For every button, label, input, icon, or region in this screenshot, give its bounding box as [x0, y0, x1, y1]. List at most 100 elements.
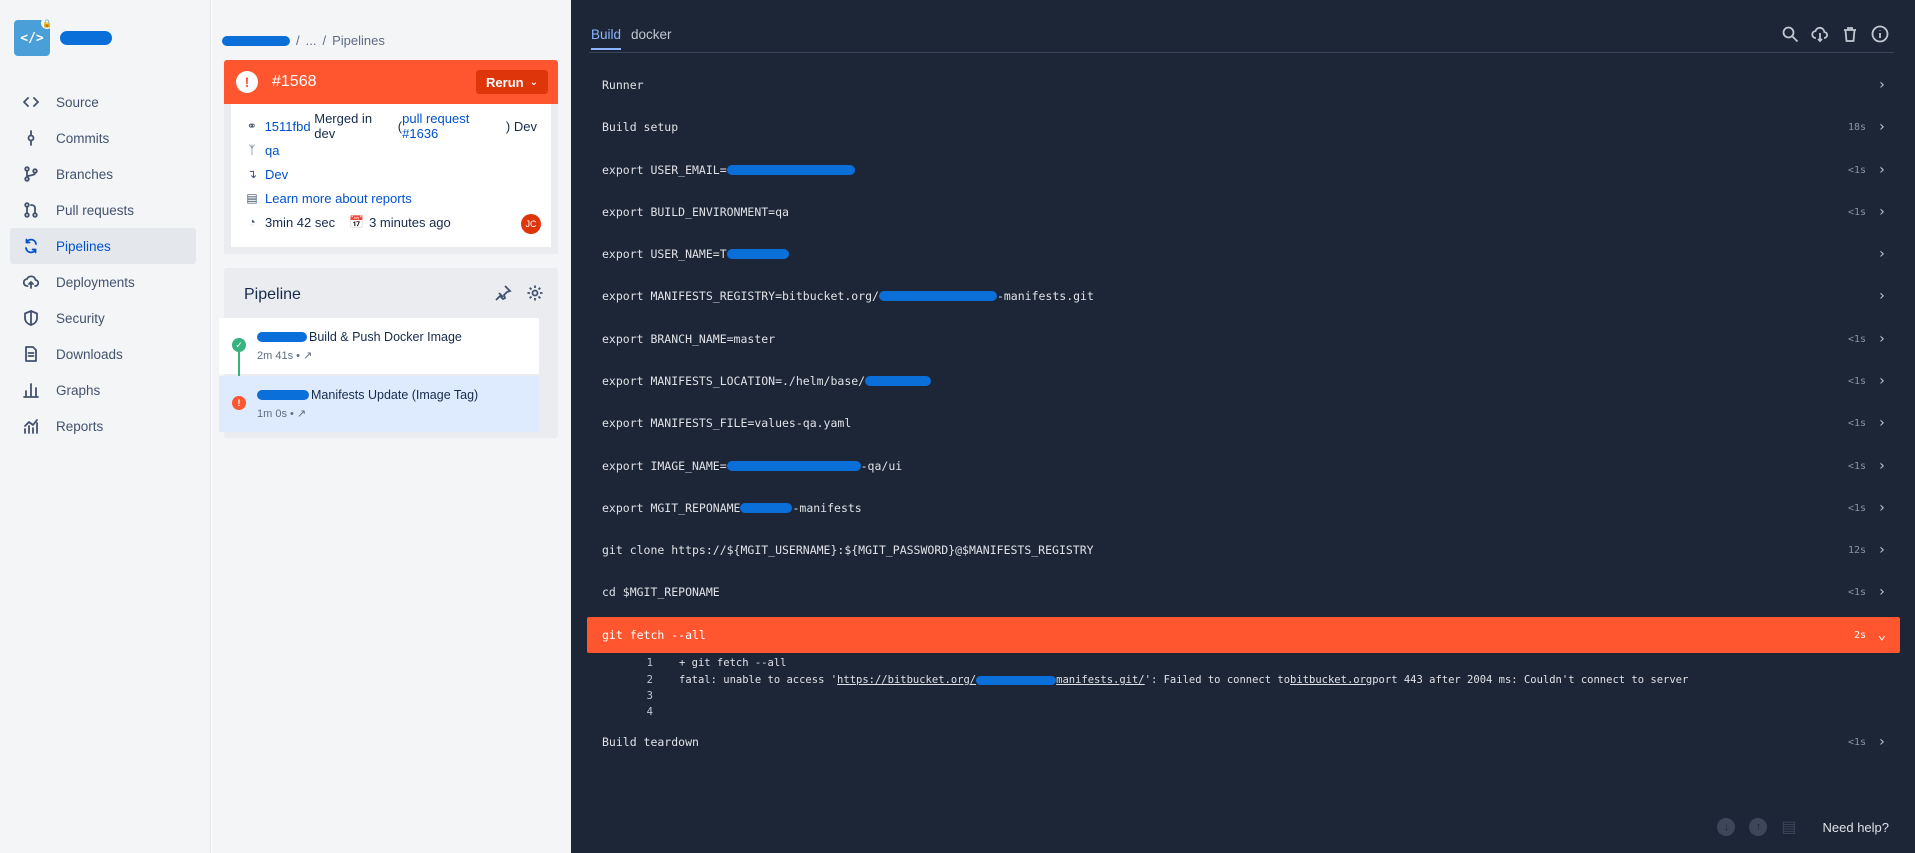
avatar[interactable]: JC [521, 214, 541, 234]
log-command-row[interactable]: export MANIFESTS_FILE=values-qa.yaml <1s… [587, 405, 1900, 441]
lock-icon: 🔒 [41, 17, 53, 29]
chevron-right-icon: › [1877, 331, 1886, 347]
error-url-link[interactable]: https://bitbucket.org/ [837, 674, 976, 686]
step-name: Build & Push Docker Image [309, 330, 462, 344]
log-command-row[interactable]: export MANIFESTS_LOCATION=./helm/base/ <… [587, 363, 1900, 399]
scroll-up-icon[interactable]: ↑ [1749, 818, 1768, 836]
reports-link[interactable]: Learn more about reports [265, 191, 412, 206]
cloud-download-icon[interactable] [1811, 25, 1829, 47]
command-duration: 12s [1847, 544, 1866, 556]
chevron-right-icon: › [1877, 204, 1886, 220]
log-command-row[interactable]: export IMAGE_NAME= -qa/ui <1s › [587, 448, 1900, 484]
command-duration: <1s [1847, 333, 1866, 345]
step-title: Build & Push Docker Image [257, 330, 539, 344]
repo-name-redacted [60, 31, 112, 45]
command-duration: <1s [1847, 164, 1866, 176]
breadcrumb-current[interactable]: Pipelines [332, 33, 385, 48]
log-command-row[interactable]: cd $MGIT_REPONAME <1s › [587, 574, 1900, 610]
sidebar-nav: Source Commits Branches Pull requests Pi… [10, 84, 196, 444]
commit-row: ⚭ 1511fbd Merged in dev (pull request #1… [245, 111, 537, 141]
sidebar-item-label: Downloads [56, 346, 123, 362]
sidebar-item-branches[interactable]: Branches [10, 156, 196, 192]
log-tabs: Build docker [591, 27, 682, 50]
trash-icon[interactable] [1841, 25, 1859, 47]
command-text-suffix: -qa/ui [860, 459, 903, 473]
target-branch-link[interactable]: qa [265, 143, 279, 158]
log-output-line: 2 fatal: unable to access ' https://bitbu… [627, 672, 1689, 688]
gear-icon[interactable] [526, 284, 544, 305]
sidebar-item-security[interactable]: Security [10, 300, 196, 336]
commit-icon [22, 129, 40, 147]
line-text: fatal: unable to access ' [679, 674, 838, 686]
sidebar-item-deployments[interactable]: Deployments [10, 264, 196, 300]
log-command-row[interactable]: export USER_EMAIL= <1s › [587, 152, 1900, 188]
step-name: Manifests Update (Image Tag) [311, 388, 479, 402]
sidebar-item-commits[interactable]: Commits [10, 120, 196, 156]
pin-icon[interactable] [494, 284, 512, 305]
pipeline-step-selected[interactable]: Manifests Update (Image Tag) 1m 0s • ↗ ! [219, 376, 539, 432]
sidebar-item-graphs[interactable]: Graphs [10, 372, 196, 408]
log-command-row[interactable]: Build teardown <1s › [587, 724, 1900, 760]
breadcrumb-ellipsis[interactable]: ... [306, 33, 317, 48]
step-meta: 1m 0s • ↗ [257, 408, 307, 420]
log-command-row[interactable]: export MGIT_REPONAME -manifests <1s › [587, 490, 1900, 526]
expand-icon[interactable]: ▤ [1781, 817, 1796, 837]
command-duration: <1s [1847, 417, 1866, 429]
repo-header[interactable]: </> 🔒 [14, 17, 112, 56]
breadcrumb-redacted[interactable] [222, 35, 290, 46]
log-command-row[interactable]: export MANIFESTS_REGISTRY=bitbucket.org/… [587, 278, 1900, 314]
command-duration: 18s [1847, 121, 1866, 133]
sidebar-item-reports[interactable]: Reports [10, 408, 196, 444]
pipeline-step[interactable]: Build & Push Docker Image 2m 41s • ↗ ✓ [219, 318, 539, 374]
commit-hash-link[interactable]: 1511fbd [265, 119, 311, 134]
sidebar-item-pull-requests[interactable]: Pull requests [10, 192, 196, 228]
shield-icon [22, 309, 40, 327]
sidebar-item-label: Deployments [56, 274, 135, 290]
search-icon[interactable] [1781, 25, 1799, 47]
host-link[interactable]: bitbucket.org [1290, 674, 1372, 686]
source-branch-link[interactable]: Dev [265, 167, 288, 182]
scroll-down-icon[interactable]: ↓ [1717, 818, 1736, 836]
command-text: export MANIFESTS_REGISTRY=bitbucket.org/ [602, 289, 879, 303]
log-command-row-failed[interactable]: git fetch --all 2s ⌄ [587, 617, 1900, 653]
line-text: ': Failed to connect to [1144, 674, 1291, 686]
pr-source-text: Dev [513, 118, 537, 134]
redacted-value [878, 291, 997, 301]
log-command-row[interactable]: export BRANCH_NAME=master <1s › [587, 321, 1900, 357]
sidebar-item-source[interactable]: Source [10, 84, 196, 120]
sidebar-item-downloads[interactable]: Downloads [10, 336, 196, 372]
target-branch-row: ᛉ qa [245, 138, 537, 162]
chevron-right-icon: › [1877, 288, 1886, 304]
error-url-link[interactable]: manifests.git/ [1056, 674, 1145, 686]
command-text: git fetch --all [602, 628, 706, 642]
chevron-down-icon: ⌄ [529, 76, 538, 88]
sidebar-item-pipelines[interactable]: Pipelines [10, 228, 196, 264]
branch-icon: ᛉ [248, 143, 256, 157]
rerun-label: Rerun [486, 74, 524, 90]
info-icon[interactable] [1871, 25, 1889, 47]
command-duration: <1s [1847, 502, 1866, 514]
rerun-button[interactable]: Rerun ⌄ [476, 70, 548, 94]
tab-build[interactable]: Build [591, 27, 622, 50]
log-command-row[interactable]: Runner › [587, 67, 1900, 103]
line-text: + git fetch --all [679, 657, 787, 669]
log-command-row[interactable]: export BUILD_ENVIRONMENT=qa <1s › [587, 194, 1900, 230]
chevron-right-icon: › [1877, 119, 1886, 135]
step-name-redacted [257, 390, 309, 400]
log-command-row[interactable]: export USER_NAME=T › [587, 236, 1900, 272]
repo-avatar[interactable]: </> 🔒 [14, 17, 53, 56]
report-icon: ▤ [246, 191, 258, 205]
sidebar-item-label: Reports [56, 418, 104, 434]
repo-avatar-label: </> [20, 30, 44, 46]
log-command-row[interactable]: Build setup 18s › [587, 109, 1900, 145]
need-help-link[interactable]: Need help? [1823, 820, 1890, 835]
log-command-row[interactable]: git clone https://${MGIT_USERNAME}:${MGI… [587, 532, 1900, 568]
command-text: export MANIFESTS_FILE=values-qa.yaml [602, 416, 852, 430]
pull-request-link[interactable]: pull request #1636 [402, 111, 506, 141]
cloud-upload-icon [22, 273, 40, 291]
commit-icon: ⚭ [246, 119, 257, 133]
tab-docker[interactable]: docker [631, 27, 672, 50]
chevron-right-icon: › [1877, 500, 1886, 516]
chevron-right-icon: › [1877, 415, 1886, 431]
sidebar-item-label: Source [56, 94, 99, 110]
